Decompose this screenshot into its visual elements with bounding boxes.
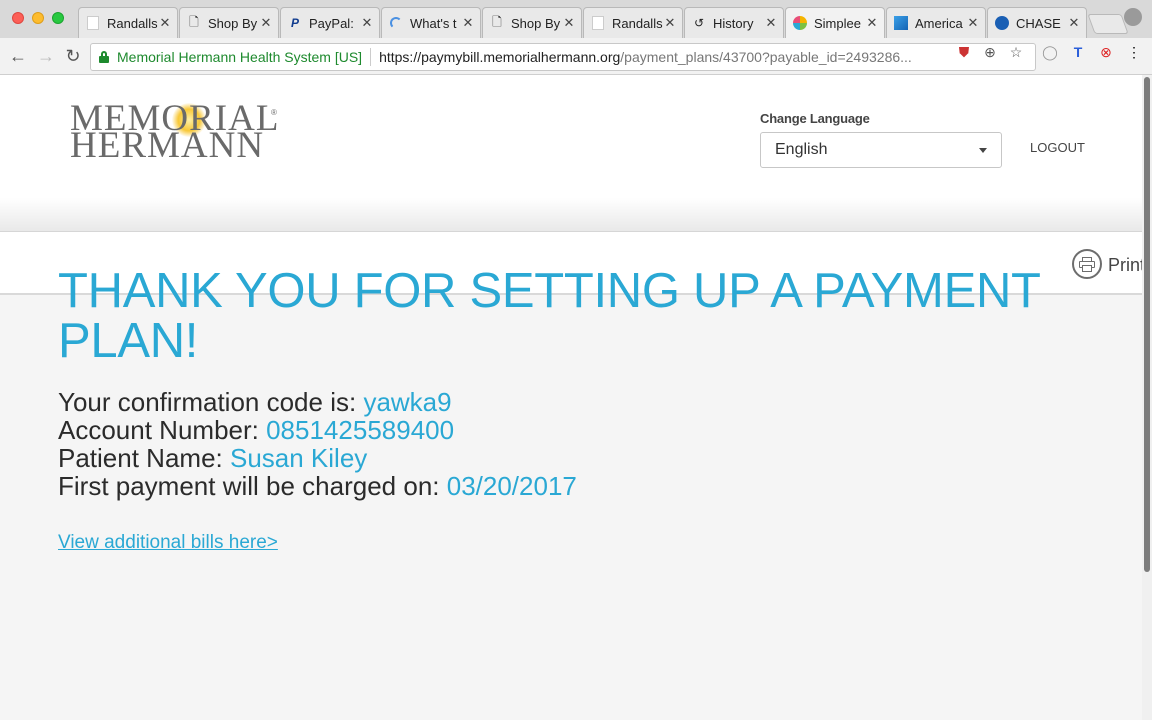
browser-tab[interactable]: What's t ✕ xyxy=(381,7,481,38)
tab-label: What's t xyxy=(410,15,457,31)
logout-link[interactable]: LOGOUT xyxy=(1030,140,1085,155)
tab-label: Randalls xyxy=(612,15,663,31)
language-selected-value: English xyxy=(775,141,828,158)
browser-tab[interactable]: 🗋 Shop By ✕ xyxy=(482,7,582,38)
extension-blocker-icon[interactable]: ⊗ xyxy=(1098,44,1114,60)
browser-tab[interactable]: America ✕ xyxy=(886,7,986,38)
omnibox-actions: ⛊ ⊕ ☆ xyxy=(956,44,1024,60)
loading-spinner-icon xyxy=(388,15,404,31)
close-tab-icon[interactable]: ✕ xyxy=(260,15,272,31)
tab-label: CHASE xyxy=(1016,15,1061,31)
browser-tab[interactable]: 🗋 Shop By ✕ xyxy=(179,7,279,38)
minimize-window-button[interactable] xyxy=(32,12,44,24)
browser-tab[interactable]: ↺ History ✕ xyxy=(684,7,784,38)
forward-arrow-icon[interactable]: → xyxy=(36,46,56,66)
browser-tab-active[interactable]: Simplee ✕ xyxy=(785,7,885,38)
paypal-icon: P xyxy=(290,16,299,30)
tab-strip: Randalls ✕ 🗋 Shop By ✕ P PayPal: ✕ What'… xyxy=(78,7,1129,38)
change-language-label: Change Language xyxy=(760,111,870,126)
account-number-label: Account Number: xyxy=(58,415,267,445)
close-tab-icon[interactable]: ✕ xyxy=(563,15,575,31)
blank-page-icon xyxy=(590,15,606,31)
blocked-popup-icon[interactable]: ⛊ xyxy=(956,44,972,60)
view-additional-bills-link[interactable]: View additional bills here> xyxy=(58,532,278,554)
first-payment-row: First payment will be charged on: 03/20/… xyxy=(58,472,1098,500)
confirmation-code-label: Your confirmation code is: xyxy=(58,387,364,417)
menu-icon[interactable]: ⋮ xyxy=(1126,44,1142,60)
back-arrow-icon[interactable]: ← xyxy=(8,46,28,66)
confirmation-details: Your confirmation code is: yawka9 Accoun… xyxy=(58,388,1098,500)
page-title-line-2: PLAN! xyxy=(58,314,199,368)
close-tab-icon[interactable]: ✕ xyxy=(866,15,878,31)
profile-icon[interactable] xyxy=(1124,8,1142,26)
reload-icon[interactable]: ↻ xyxy=(63,46,83,66)
close-tab-icon[interactable]: ✕ xyxy=(361,15,373,31)
patient-name-label: Patient Name: xyxy=(58,443,230,473)
logo-registered-mark: ® xyxy=(271,108,277,117)
site-header: ® MEMORIAL HERMANN Change Language Engli… xyxy=(0,75,1142,232)
browser-tab[interactable]: Randalls ✕ xyxy=(78,7,178,38)
browser-tab[interactable]: Randalls ✕ xyxy=(583,7,683,38)
address-bar[interactable]: Memorial Hermann Health System [US] http… xyxy=(90,43,1036,71)
confirmation-code-value: yawka9 xyxy=(363,387,452,417)
url-host: https://paymybill.memorialhermann.org xyxy=(379,49,621,65)
address-separator xyxy=(370,48,372,66)
bookmark-star-icon[interactable]: ☆ xyxy=(1008,44,1024,60)
close-tab-icon[interactable]: ✕ xyxy=(1068,15,1080,31)
history-icon: ↺ xyxy=(693,16,705,30)
document-icon: 🗋 xyxy=(189,14,199,29)
close-tab-icon[interactable]: ✕ xyxy=(765,15,777,31)
extension-circle-icon[interactable]: ◯ xyxy=(1042,44,1058,60)
close-window-button[interactable] xyxy=(12,12,24,24)
memorial-hermann-logo[interactable]: ® MEMORIAL HERMANN xyxy=(70,100,290,175)
tab-label: Simplee xyxy=(814,15,861,31)
tab-label: Shop By xyxy=(208,15,258,31)
lock-icon xyxy=(99,51,109,63)
close-tab-icon[interactable]: ✕ xyxy=(664,15,676,31)
url-path: /payment_plans/43700?payable_id=2493286.… xyxy=(620,49,912,65)
page-title-line-1: THANK YOU FOR SETTING UP A PAYMENT xyxy=(58,264,1041,318)
first-payment-label: First payment will be charged on: xyxy=(58,471,447,501)
account-number-value: 0851425589400 xyxy=(266,415,455,445)
new-tab-button[interactable] xyxy=(1087,14,1129,34)
page-scrollbar[interactable] xyxy=(1142,75,1152,720)
browser-tab-bar: Randalls ✕ 🗋 Shop By ✕ P PayPal: ✕ What'… xyxy=(0,0,1152,38)
browser-tab[interactable]: CHASE ✕ xyxy=(987,7,1087,38)
simplee-icon xyxy=(792,15,808,31)
close-tab-icon[interactable]: ✕ xyxy=(967,15,979,31)
tab-label: America xyxy=(915,15,963,31)
tab-label: PayPal: xyxy=(309,15,354,31)
tab-label: Randalls xyxy=(107,15,158,31)
browser-tab[interactable]: P PayPal: ✕ xyxy=(280,7,380,38)
account-number-row: Account Number: 0851425589400 xyxy=(58,416,1098,444)
patient-name-row: Patient Name: Susan Kiley xyxy=(58,444,1098,472)
language-select[interactable]: English xyxy=(760,132,1002,168)
close-tab-icon[interactable]: ✕ xyxy=(462,15,474,31)
logo-line-2: HERMANN xyxy=(70,125,265,166)
print-button[interactable]: Print xyxy=(1108,255,1142,276)
document-icon: 🗋 xyxy=(492,14,502,29)
close-tab-icon[interactable]: ✕ xyxy=(159,15,171,31)
americas-icon xyxy=(893,15,909,31)
tab-label: Shop By xyxy=(511,15,561,31)
maximize-window-button[interactable] xyxy=(52,12,64,24)
scrollbar-thumb[interactable] xyxy=(1144,77,1150,572)
blank-page-icon xyxy=(85,15,101,31)
patient-name-value: Susan Kiley xyxy=(229,443,368,473)
site-identity: Memorial Hermann Health System [US] xyxy=(117,49,363,65)
chevron-down-icon xyxy=(979,148,987,153)
extension-t-icon[interactable]: T xyxy=(1070,44,1086,60)
extension-icons: ◯ T ⊗ ⋮ xyxy=(1042,44,1142,60)
chase-icon xyxy=(994,15,1010,31)
page-title: THANK YOU FOR SETTING UP A PAYMENT PLAN! xyxy=(58,266,1098,366)
tab-label: History xyxy=(713,15,754,31)
confirmation-section: THANK YOU FOR SETTING UP A PAYMENT PLAN!… xyxy=(58,266,1098,554)
confirmation-code-row: Your confirmation code is: yawka9 xyxy=(58,388,1098,416)
zoom-icon[interactable]: ⊕ xyxy=(982,44,998,60)
first-payment-value: 03/20/2017 xyxy=(446,471,577,501)
